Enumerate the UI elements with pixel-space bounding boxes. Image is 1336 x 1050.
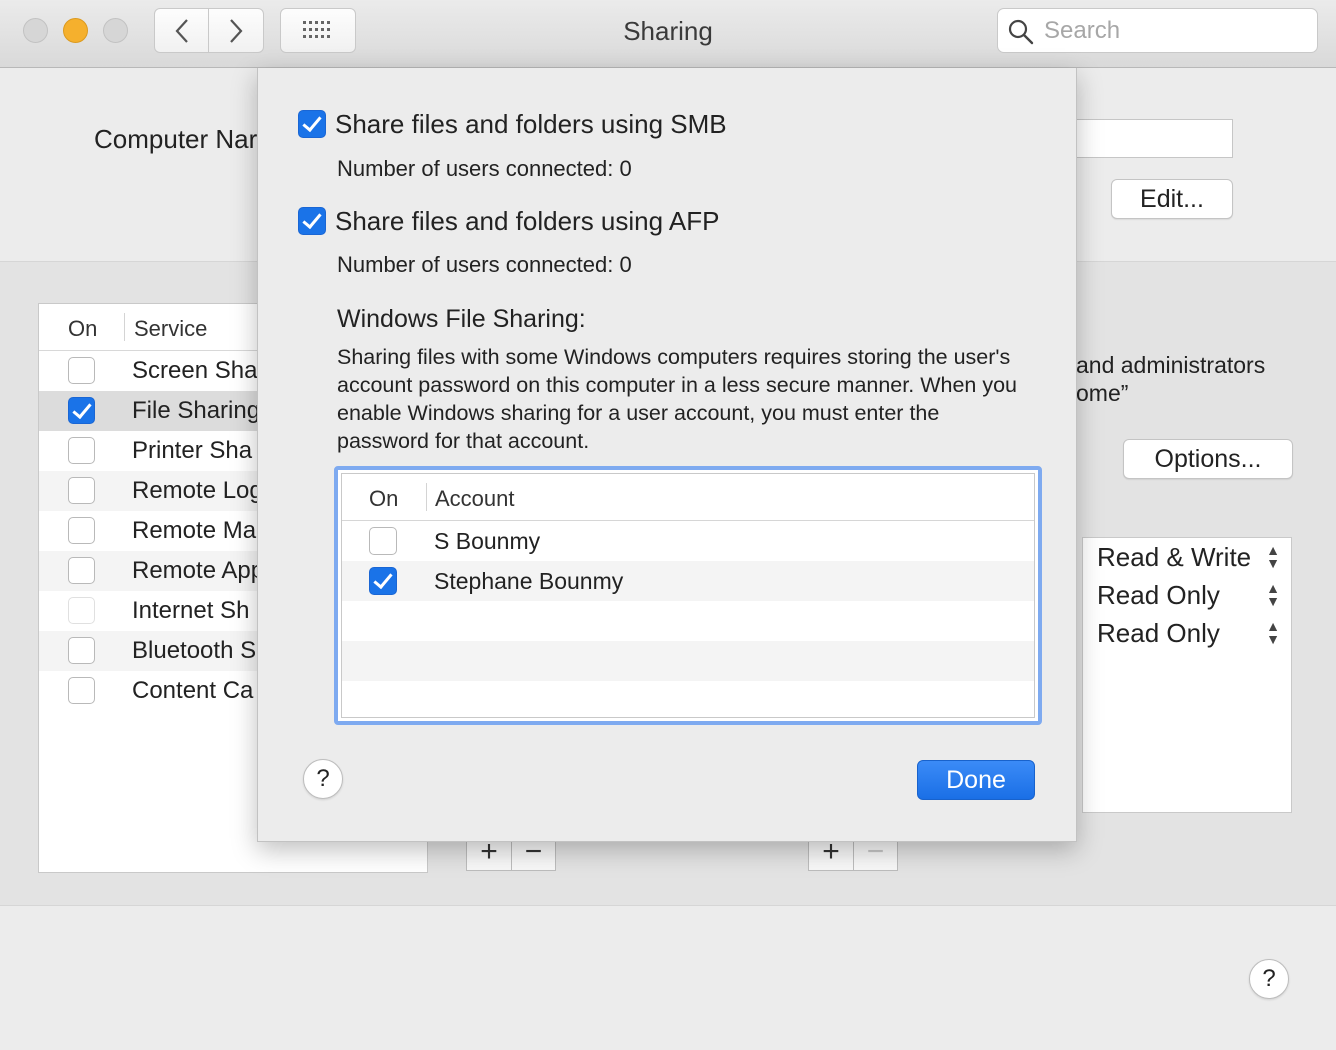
service-checkbox[interactable] xyxy=(68,437,95,464)
edit-button[interactable]: Edit... xyxy=(1111,179,1233,219)
account-name: S Bounmy xyxy=(434,528,541,554)
service-checkbox[interactable] xyxy=(68,637,95,664)
service-checkbox[interactable] xyxy=(68,357,95,384)
afp-label: Share files and folders using AFP xyxy=(335,206,720,236)
account-checkbox[interactable] xyxy=(369,527,397,555)
help-button[interactable]: ? xyxy=(1249,959,1289,999)
column-header-service[interactable]: Service xyxy=(134,316,207,342)
computer-name-field[interactable] xyxy=(1060,119,1233,158)
account-row[interactable]: Stephane Bounmy xyxy=(342,561,1034,601)
accounts-table: On Account S Bounmy Stephane Bounmy xyxy=(334,466,1042,725)
sheet-help-button[interactable]: ? xyxy=(303,759,343,799)
search-input[interactable] xyxy=(1044,13,1309,48)
column-header-on[interactable]: On xyxy=(68,316,97,342)
account-name: Stephane Bounmy xyxy=(434,568,624,594)
stepper-icon[interactable]: ▲ ▼ xyxy=(1265,543,1281,570)
description-line: ome” xyxy=(1076,380,1129,406)
stepper-icon[interactable]: ▲ ▼ xyxy=(1265,619,1281,646)
service-label: Remote Log xyxy=(132,477,263,504)
permissions-list: Read & Write ▲ ▼ Read Only ▲ ▼ Read Only ▲… xyxy=(1082,537,1292,813)
afp-checkbox[interactable] xyxy=(298,207,326,235)
empty-row xyxy=(342,641,1034,681)
service-checkbox[interactable] xyxy=(68,517,95,544)
empty-row xyxy=(342,681,1034,721)
service-description-text: and administrators ome” xyxy=(1076,351,1265,407)
service-label: Printer Sha xyxy=(132,437,253,464)
service-label: Bluetooth S xyxy=(132,637,257,664)
account-row[interactable]: S Bounmy xyxy=(342,521,1034,561)
service-checkbox[interactable] xyxy=(68,557,95,584)
account-checkbox[interactable] xyxy=(369,567,397,595)
accounts-table-body: On Account S Bounmy Stephane Bounmy xyxy=(341,473,1035,718)
column-separator xyxy=(124,313,125,341)
service-checkbox[interactable] xyxy=(68,477,95,504)
windows-file-sharing-description: Sharing files with some Windows computer… xyxy=(337,345,1017,453)
search-field[interactable] xyxy=(997,8,1318,53)
permission-row[interactable]: Read Only ▲ ▼ xyxy=(1083,576,1291,614)
smb-users-connected: Number of users connected: 0 xyxy=(337,156,632,181)
column-header-account[interactable]: Account xyxy=(435,486,515,512)
service-checkbox[interactable] xyxy=(68,677,95,704)
service-label: Internet Sh xyxy=(132,597,250,624)
permission-value: Read Only xyxy=(1097,618,1220,648)
smb-label: Share files and folders using SMB xyxy=(335,109,727,139)
permission-value: Read Only xyxy=(1097,580,1220,610)
column-separator xyxy=(426,483,427,511)
stepper-icon[interactable]: ▲ ▼ xyxy=(1265,581,1281,608)
accounts-table-header: On Account xyxy=(342,474,1034,521)
service-label: Content Ca xyxy=(132,677,254,704)
service-label: Remote App xyxy=(132,557,265,584)
file-sharing-options-sheet: Share files and folders using SMB Number… xyxy=(257,68,1077,842)
empty-row xyxy=(342,601,1034,641)
service-label: Screen Sha xyxy=(132,357,258,384)
description-line: and administrators xyxy=(1076,352,1266,378)
service-label: File Sharing xyxy=(132,397,261,424)
afp-users-connected: Number of users connected: 0 xyxy=(337,252,632,277)
windows-file-sharing-heading: Windows File Sharing: xyxy=(337,305,586,333)
permission-row[interactable]: Read & Write ▲ ▼ xyxy=(1083,538,1291,576)
computer-name-label: Computer Nar xyxy=(94,124,258,154)
done-button[interactable]: Done xyxy=(917,760,1035,800)
permission-row[interactable]: Read Only ▲ ▼ xyxy=(1083,614,1291,652)
permission-value: Read & Write xyxy=(1097,542,1252,572)
options-button[interactable]: Options... xyxy=(1123,439,1293,479)
search-icon xyxy=(1008,19,1034,45)
column-header-on[interactable]: On xyxy=(369,486,398,512)
window-toolbar: Sharing xyxy=(0,0,1336,68)
service-checkbox[interactable] xyxy=(68,397,95,424)
service-label: Remote Ma xyxy=(132,517,257,544)
service-checkbox-disabled xyxy=(68,597,95,624)
smb-checkbox[interactable] xyxy=(298,110,326,138)
